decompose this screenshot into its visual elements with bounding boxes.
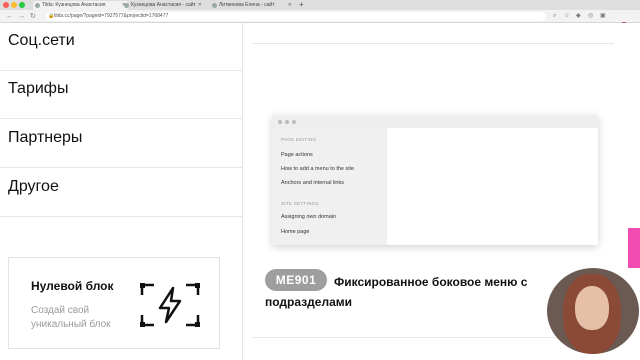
sidebar-item-partners[interactable]: Партнеры: [0, 120, 243, 168]
address-toolbar: ← → ↻ 🔒 tilda.cc/page/?pageid=7927577&pr…: [0, 10, 640, 30]
address-bar[interactable]: 🔒 tilda.cc/page/?pageid=7927577&projecti…: [46, 12, 546, 21]
extension-icon[interactable]: ▣: [600, 13, 606, 20]
reload-icon[interactable]: ↻: [30, 12, 36, 21]
browser-window: Tilda: Кузнецова Анастасия ✕ Кузнецова А…: [0, 0, 640, 360]
close-window-icon[interactable]: [3, 2, 9, 8]
site-favicon-icon: [124, 3, 129, 8]
preview-dot: [285, 120, 289, 124]
preview-window-bar: [272, 115, 598, 128]
new-tab-button[interactable]: +: [299, 0, 304, 9]
tab-bar: Tilda: Кузнецова Анастасия ✕ Кузнецова А…: [0, 0, 640, 10]
sidebar-item-label: Тарифы: [8, 80, 69, 97]
close-tab-icon[interactable]: ✕: [198, 1, 202, 10]
tab-label: Кузнецова Анастасия - сайт: [131, 2, 196, 8]
zero-block-card[interactable]: Нулевой блок Создай свой уникальный блок: [8, 257, 220, 349]
extension-icon[interactable]: ◎: [588, 13, 593, 20]
presenter-face: [575, 286, 609, 330]
accent-button-clipped[interactable]: [628, 228, 640, 268]
lock-icon: 🔒: [48, 13, 55, 19]
preview-dot: [292, 120, 296, 124]
sidebar-item-label: Партнеры: [8, 129, 83, 146]
preview-dot: [278, 120, 282, 124]
sidebar-item-other[interactable]: Другое: [0, 169, 243, 217]
block-preview[interactable]: PAGE EDITING Page actions How to add a m…: [272, 115, 598, 245]
preview-menu-link: How to add a menu to the site: [281, 166, 355, 172]
tab-label: Литвинова Елена - сайт: [219, 2, 275, 8]
sidebar-item-social[interactable]: Соц.сети: [0, 23, 243, 71]
divider: [252, 43, 614, 44]
sidebar: Соц.сети Тарифы Партнеры Другое Нулевой …: [0, 23, 243, 360]
preview-main-area: [387, 128, 598, 245]
site-favicon-icon: [212, 3, 217, 8]
block-title[interactable]: Фиксированное боковое меню с подразделам…: [265, 272, 565, 312]
zero-block-subtitle: Создай свой уникальный блок: [31, 305, 111, 330]
maximize-window-icon[interactable]: [19, 2, 25, 8]
preview-side-menu: PAGE EDITING Page actions How to add a m…: [272, 128, 387, 245]
bookmark-star-icon[interactable]: ☆: [564, 13, 569, 20]
browser-tab-1[interactable]: Tilda: Кузнецова Анастасия ✕: [33, 1, 128, 10]
minimize-window-icon[interactable]: [11, 2, 17, 8]
preview-section-heading: PAGE EDITING: [281, 137, 317, 142]
tilda-favicon-icon: [35, 3, 40, 8]
sidebar-item-tariffs[interactable]: Тарифы: [0, 71, 243, 119]
tab-label: Tilda: Кузнецова Анастасия: [42, 2, 106, 8]
preview-menu-link: Page actions: [281, 152, 313, 158]
url-text: tilda.cc/page/?pageid=7927577&projectid=…: [54, 13, 169, 19]
zero-block-title: Нулевой блок: [31, 279, 114, 293]
forward-icon[interactable]: →: [18, 12, 25, 21]
browser-tab-2[interactable]: Кузнецова Анастасия - сайт ✕: [122, 1, 204, 10]
browser-tab-3[interactable]: Литвинова Елена - сайт ✕: [210, 1, 294, 10]
zoom-icon[interactable]: ⌕: [553, 13, 556, 20]
webcam-overlay: [547, 268, 639, 354]
preview-section-heading: SITE SETTINGS: [281, 201, 319, 206]
preview-menu-link: Home page: [281, 229, 310, 235]
back-icon[interactable]: ←: [6, 12, 13, 21]
sidebar-item-label: Соц.сети: [8, 32, 75, 49]
close-tab-icon[interactable]: ✕: [288, 1, 292, 10]
preview-menu-link: Anchors and internal links: [281, 180, 344, 186]
lightning-frame-icon: [140, 283, 200, 327]
preview-menu-link: Assigning own domain: [281, 214, 337, 220]
extension-icon[interactable]: ◆: [576, 13, 581, 20]
sidebar-item-label: Другое: [8, 178, 59, 195]
